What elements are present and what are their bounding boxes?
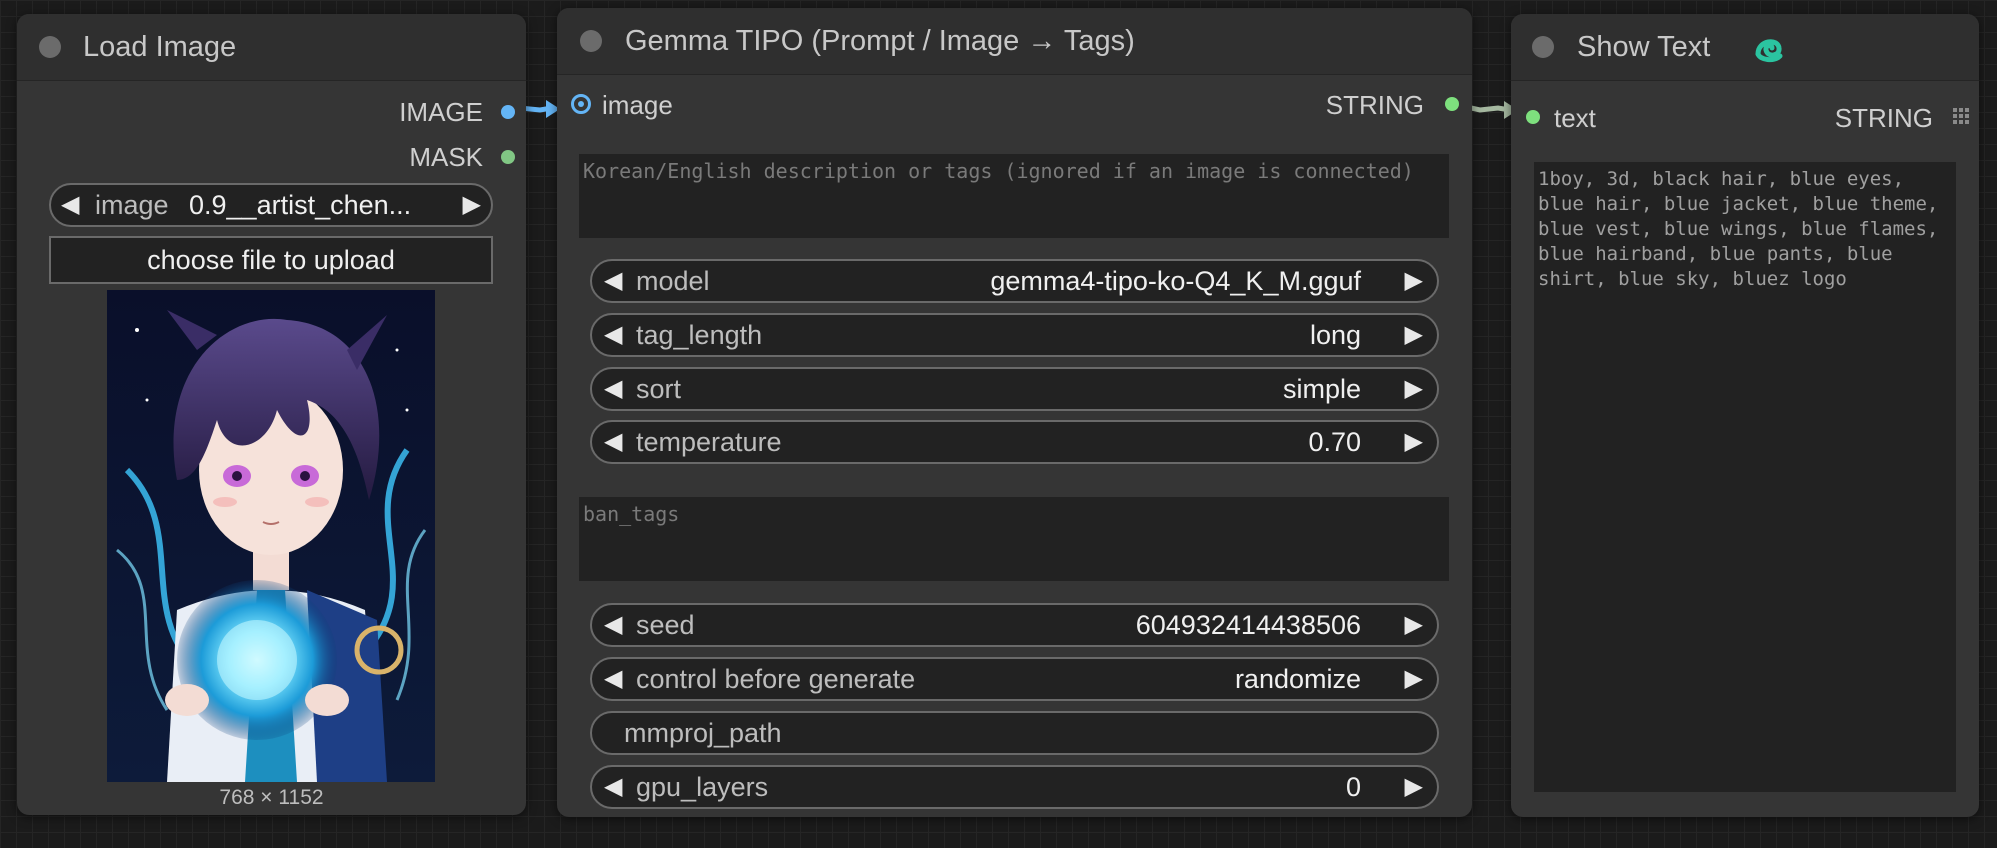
node-title: Gemma TIPO (Prompt / Image → Tags)	[625, 25, 1135, 57]
show-text-textarea[interactable]: 1boy, 3d, black hair, blue eyes, blue ha…	[1534, 162, 1956, 792]
snake-icon	[1755, 39, 1783, 63]
arrow-left-icon[interactable]: ◀	[604, 369, 622, 409]
widget-value: 0.70	[1308, 427, 1361, 457]
load-image-node[interactable]: Load Image IMAGE MASK ◀ image 0.9__artis…	[17, 14, 526, 815]
widget-value: simple	[1282, 374, 1361, 404]
output-string-label: STRING	[1834, 103, 1933, 133]
output-string-dot-icon[interactable]	[1445, 97, 1459, 111]
widget-value: gemma4-tipo-ko-Q4_K_M.gguf	[990, 266, 1361, 296]
image-combo-widget[interactable]: ◀ image 0.9__artist_chen... ▶	[49, 183, 493, 227]
widget-value: 604932414438506	[1135, 610, 1361, 640]
image-preview	[107, 290, 435, 782]
show-text-header[interactable]: Show Text	[1511, 14, 1979, 81]
output-image-dot-icon[interactable]	[501, 105, 515, 119]
arrow-left-icon[interactable]: ◀	[604, 659, 622, 699]
output-mask-dot-icon[interactable]	[501, 150, 515, 164]
model-combo-widget[interactable]: ◀ model gemma4-tipo-ko-Q4_K_M.gguf ▶	[590, 259, 1439, 303]
widget-label: mmproj_path	[624, 718, 782, 748]
arrow-right-icon[interactable]: ▶	[1405, 369, 1423, 409]
arrow-right-icon[interactable]: ▶	[1405, 422, 1423, 462]
image-dimensions: 768 × 1152	[219, 786, 324, 809]
arrow-left-icon[interactable]: ◀	[604, 767, 622, 807]
collapse-dot-icon[interactable]	[39, 36, 61, 58]
arrow-left-icon[interactable]: ◀	[604, 315, 622, 355]
input-text-label: text	[1554, 103, 1596, 133]
seed-number-widget[interactable]: ◀ seed 604932414438506 ▶	[590, 603, 1439, 647]
widget-label: tag_length	[636, 320, 763, 350]
gemma-tipo-header[interactable]: Gemma TIPO (Prompt / Image → Tags)	[557, 8, 1472, 75]
ban-tags-textarea[interactable]: ban_tags	[579, 497, 1449, 581]
input-image-label: image	[602, 90, 673, 120]
widget-value: randomize	[1234, 664, 1361, 694]
output-image-label: IMAGE	[399, 97, 483, 127]
widget-label: temperature	[636, 427, 782, 457]
gemma-tipo-node[interactable]: Gemma TIPO (Prompt / Image → Tags) image…	[557, 8, 1472, 817]
gpu-layers-number-widget[interactable]: ◀ gpu_layers 0 ▶	[590, 765, 1439, 809]
collapse-dot-icon[interactable]	[580, 30, 602, 52]
arrow-right-icon[interactable]: ▶	[1405, 767, 1423, 807]
mmproj-path-text-widget[interactable]: mmproj_path	[590, 711, 1439, 755]
arrow-right-icon[interactable]: ▶	[463, 185, 481, 225]
input-image-dot-icon[interactable]	[571, 94, 591, 114]
control-before-generate-combo-widget[interactable]: ◀ control before generate randomize ▶	[590, 657, 1439, 701]
arrow-right-icon[interactable]: ▶	[1405, 605, 1423, 645]
widget-value: 0	[1345, 772, 1361, 802]
arrow-left-icon[interactable]: ◀	[604, 261, 622, 301]
widget-value: 0.9__artist_chen...	[189, 190, 412, 220]
collapse-dot-icon[interactable]	[1532, 36, 1554, 58]
tag-length-combo-widget[interactable]: ◀ tag_length long ▶	[590, 313, 1439, 357]
output-mask-label: MASK	[409, 142, 483, 172]
arrow-left-icon[interactable]: ◀	[604, 605, 622, 645]
widget-value: long	[1309, 320, 1361, 350]
sort-combo-widget[interactable]: ◀ sort simple ▶	[590, 367, 1439, 411]
widget-label: image	[95, 190, 169, 220]
prompt-textarea[interactable]: Korean/English description or tags (igno…	[579, 154, 1449, 238]
widget-label: seed	[636, 610, 695, 640]
node-title: Show Text	[1577, 31, 1711, 63]
choose-file-upload-button[interactable]: choose file to upload	[49, 236, 493, 284]
widget-label: gpu_layers	[636, 772, 769, 802]
widget-label: sort	[636, 374, 682, 404]
temperature-number-widget[interactable]: ◀ temperature 0.70 ▶	[590, 420, 1439, 464]
widget-label: control before generate	[636, 664, 916, 694]
show-text-node[interactable]: Show Text text STRING 1boy, 3d, black ha…	[1511, 14, 1979, 817]
widget-label: model	[636, 266, 710, 296]
node-title: Load Image	[83, 31, 237, 63]
arrow-left-icon[interactable]: ◀	[604, 422, 622, 462]
load-image-header[interactable]: Load Image	[17, 14, 526, 81]
arrow-right-icon[interactable]: ▶	[1405, 659, 1423, 699]
output-string-label: STRING	[1325, 90, 1424, 120]
arrow-right-icon[interactable]: ▶	[1405, 261, 1423, 301]
arrow-left-icon[interactable]: ◀	[61, 185, 79, 225]
input-text-dot-icon[interactable]	[1526, 110, 1540, 124]
arrow-right-icon[interactable]: ▶	[1405, 315, 1423, 355]
grid-icon[interactable]	[1953, 108, 1969, 124]
